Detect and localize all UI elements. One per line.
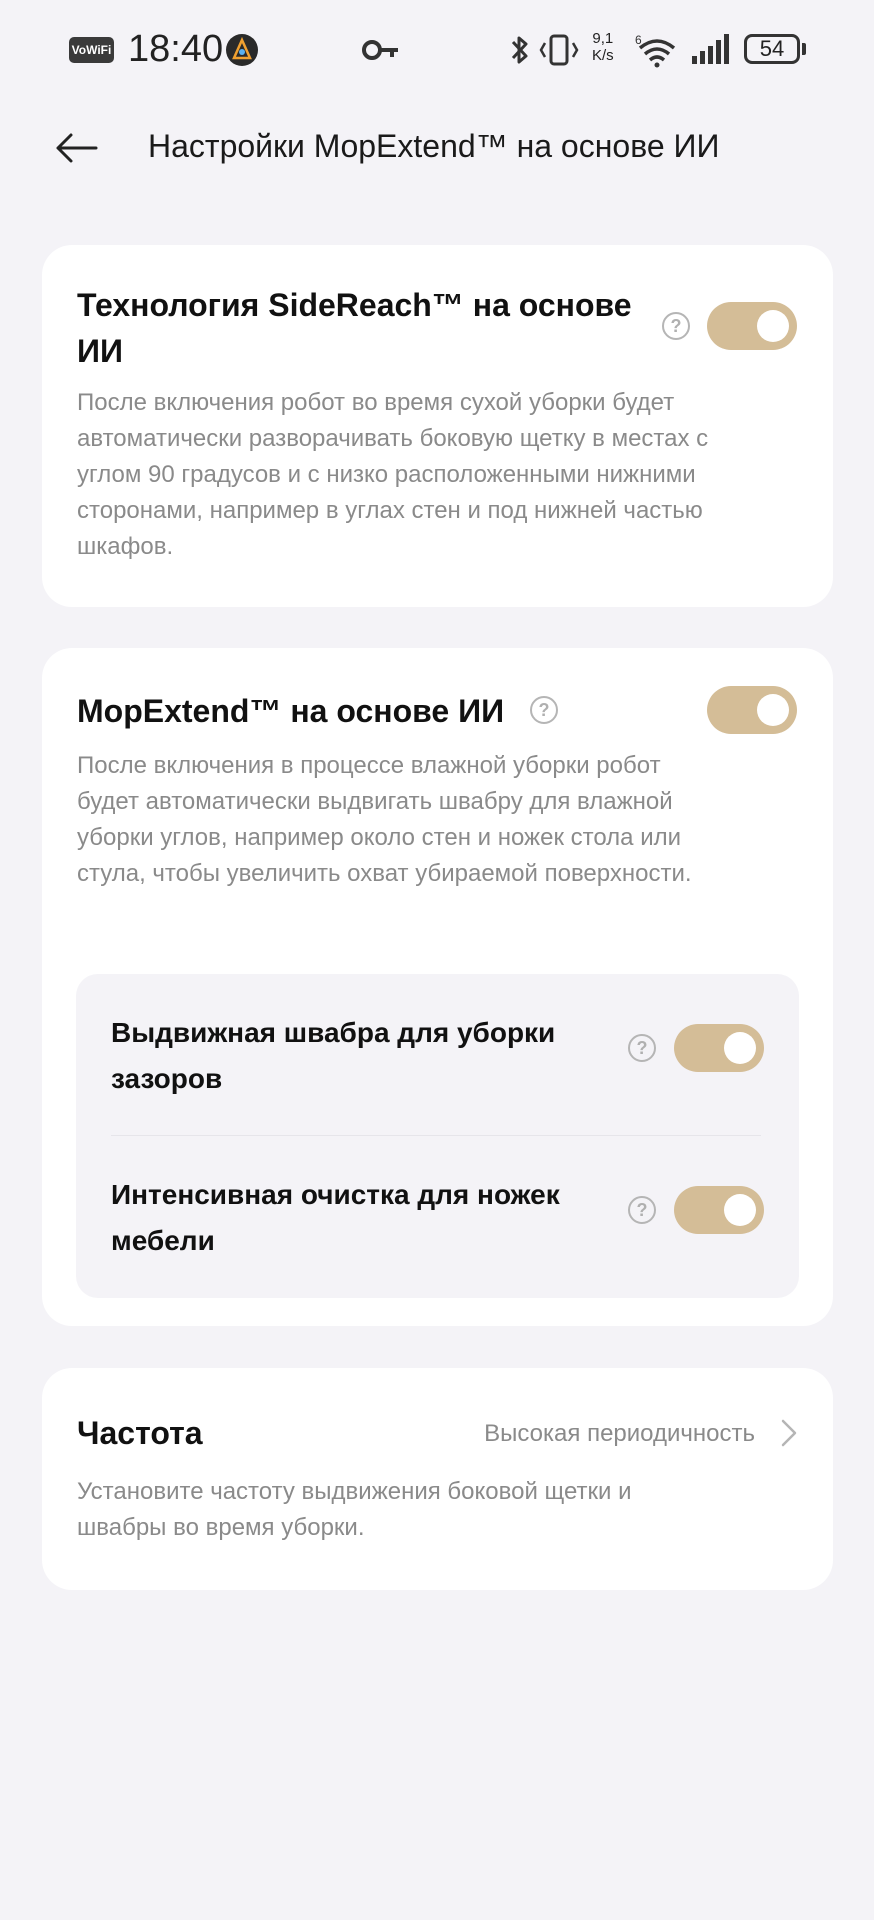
toggle-knob [724, 1194, 756, 1226]
frequency-card[interactable]: Частота Высокая периодичность Установите… [42, 1368, 833, 1590]
frequency-value: Высокая периодичность [484, 1420, 755, 1447]
status-time: 18:40 [128, 28, 224, 70]
sub-option-label: Выдвижная швабра для уборки зазоров [111, 1017, 556, 1094]
mopextend-sub-options: Выдвижная швабра для уборки зазоров ? Ин… [76, 974, 799, 1298]
sidereach-toggle[interactable] [707, 302, 797, 350]
status-bar: VoWiFi 18:40 9,1 K/s 6 54 [0, 0, 874, 100]
bluetooth-icon [508, 30, 532, 70]
sidereach-title: Технология SideReach™ на основе ИИ [77, 287, 632, 369]
vowifi-badge: VoWiFi [69, 37, 114, 63]
mopextend-toggle[interactable] [707, 686, 797, 734]
page-title: Настройки MopExtend™ на основе ИИ [148, 128, 720, 164]
sidereach-description: После включения робот во время сухой убо… [77, 389, 709, 560]
wifi-icon: 6 [634, 30, 680, 70]
mopextend-card: MopExtend™ на основе ИИ ? После включени… [42, 648, 833, 1326]
sub-option-label: Интенсивная очистка для ножек мебели [111, 1179, 560, 1256]
chevron-right-icon [780, 1418, 798, 1453]
divider [111, 1135, 761, 1136]
sidereach-card: Технология SideReach™ на основе ИИ ? Пос… [42, 245, 833, 607]
frequency-title: Частота [77, 1415, 203, 1451]
toggle-knob [724, 1032, 756, 1064]
signal-icon [690, 30, 732, 70]
question-circle-icon[interactable]: ? [628, 1034, 656, 1062]
mopextend-description: После включения в процессе влажной уборк… [77, 752, 692, 887]
network-speed: 9,1 K/s [592, 30, 614, 64]
app-notification-icon [226, 34, 258, 66]
arrow-left-icon [56, 133, 98, 163]
gap-mop-toggle[interactable] [674, 1024, 764, 1072]
vibrate-icon [538, 30, 580, 70]
furniture-legs-toggle[interactable] [674, 1186, 764, 1234]
battery-level: 54 [744, 34, 800, 64]
frequency-description: Установите частоту выдвижения боковой ще… [77, 1478, 632, 1541]
svg-text:6: 6 [635, 33, 642, 47]
question-circle-icon[interactable]: ? [662, 312, 690, 340]
mopextend-title: MopExtend™ на основе ИИ [77, 693, 505, 729]
battery-tip [802, 43, 806, 55]
back-button[interactable] [48, 124, 104, 172]
question-circle-icon[interactable]: ? [530, 696, 558, 724]
question-circle-icon[interactable]: ? [628, 1196, 656, 1224]
toggle-knob [757, 694, 789, 726]
vpn-key-icon [362, 38, 400, 67]
toggle-knob [757, 310, 789, 342]
